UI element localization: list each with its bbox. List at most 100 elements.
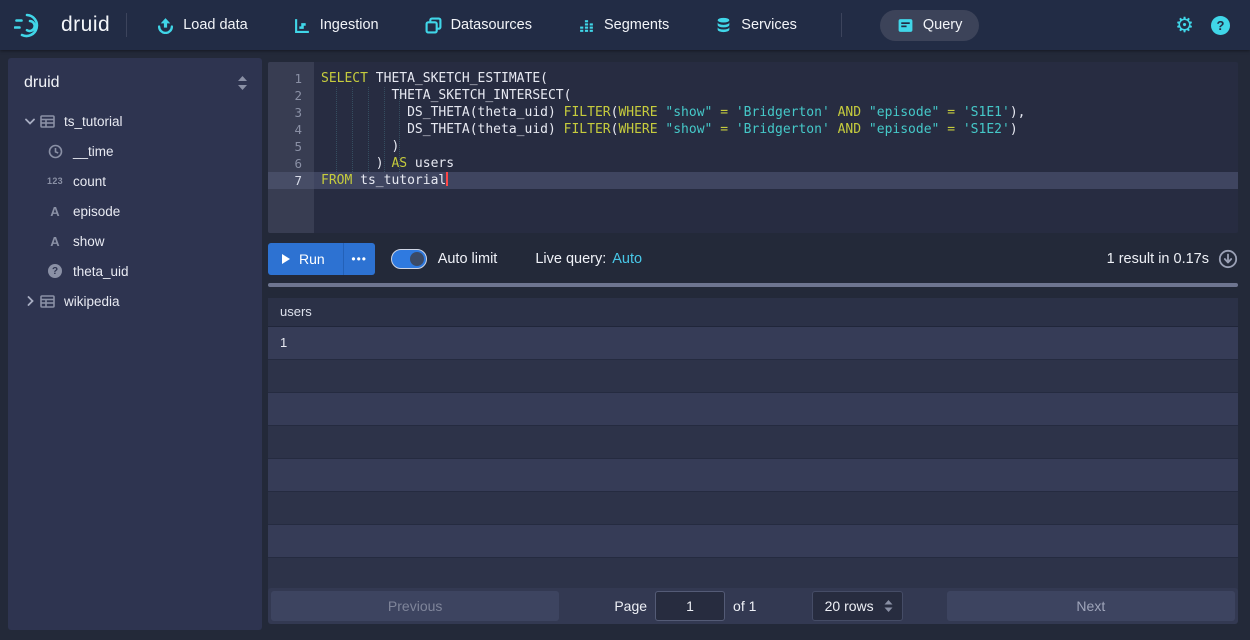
sql-string: "show" bbox=[665, 122, 712, 137]
sidebar-header: druid bbox=[8, 58, 262, 106]
results-body: 1 bbox=[268, 327, 1238, 591]
sql-keyword: FILTER bbox=[564, 105, 611, 120]
chevron-right-icon[interactable] bbox=[22, 296, 38, 306]
tree-table-ts-tutorial[interactable]: ts_tutorial bbox=[8, 106, 262, 136]
sql-text: ) bbox=[321, 139, 399, 154]
tree-column-show[interactable]: A show bbox=[8, 226, 262, 256]
schema-sidebar: druid ts_tutorial __time bbox=[8, 58, 262, 630]
brand-name: druid bbox=[61, 13, 110, 37]
sql-text: users bbox=[407, 156, 454, 171]
string-type-icon: A bbox=[46, 204, 64, 219]
clock-icon bbox=[46, 144, 64, 159]
sql-text: THETA_SKETCH_INTERSECT( bbox=[321, 88, 571, 103]
nav-item-segments[interactable]: Segments bbox=[578, 17, 669, 34]
table-row[interactable] bbox=[268, 360, 1238, 393]
line-number: 1 bbox=[268, 70, 314, 87]
nav-item-services[interactable]: Services bbox=[715, 17, 797, 34]
sql-string: 'Bridgerton' bbox=[736, 122, 830, 137]
druid-logo[interactable]: druid bbox=[14, 11, 110, 39]
help-icon[interactable]: ? bbox=[1211, 16, 1230, 35]
sql-text: THETA_SKETCH_ESTIMATE( bbox=[368, 71, 548, 86]
nav-item-query-active[interactable]: Query bbox=[880, 10, 980, 41]
unknown-type-icon: ? bbox=[46, 264, 64, 278]
string-type-icon: A bbox=[46, 234, 64, 249]
sql-keyword: FILTER bbox=[564, 122, 611, 137]
pagination-next-section: Next bbox=[947, 591, 1235, 621]
table-row[interactable] bbox=[268, 426, 1238, 459]
pagination-prev-section: Previous bbox=[271, 591, 559, 621]
table-row[interactable] bbox=[268, 459, 1238, 492]
tree-column-count[interactable]: 123 count bbox=[8, 166, 262, 196]
line-number: 5 bbox=[268, 138, 314, 155]
sql-keyword: AND bbox=[838, 105, 861, 120]
nav-item-label: Ingestion bbox=[320, 17, 379, 33]
sql-editor[interactable]: 1234567 SELECT THETA_SKETCH_ESTIMATE( TH… bbox=[268, 62, 1238, 233]
column-header-users[interactable]: users bbox=[268, 298, 1238, 327]
line-number: 6 bbox=[268, 155, 314, 172]
upload-icon bbox=[157, 17, 174, 34]
nav-item-label: Segments bbox=[604, 17, 669, 33]
result-status: 1 result in 0.17s bbox=[1107, 249, 1238, 269]
schema-name: druid bbox=[24, 74, 60, 92]
run-bar: Run ••• Auto limit Live query: Auto 1 re… bbox=[268, 242, 1238, 276]
run-button[interactable]: Run bbox=[268, 243, 343, 275]
next-button[interactable]: Next bbox=[947, 591, 1235, 621]
code-line-1[interactable]: SELECT THETA_SKETCH_ESTIMATE( bbox=[314, 70, 1238, 87]
table-row[interactable]: 1 bbox=[268, 327, 1238, 360]
code-line-6[interactable]: ) AS users bbox=[314, 155, 1238, 172]
live-query-value[interactable]: Auto bbox=[612, 251, 642, 267]
sort-icon[interactable] bbox=[237, 76, 248, 90]
code-line-7[interactable]: FROM ts_tutorial bbox=[314, 172, 1238, 189]
sql-text: ) bbox=[1010, 122, 1018, 137]
tree-column-time[interactable]: __time bbox=[8, 136, 262, 166]
sql-keyword: AS bbox=[391, 156, 407, 171]
table-row[interactable] bbox=[268, 393, 1238, 426]
line-number: 4 bbox=[268, 121, 314, 138]
page-number-input[interactable] bbox=[655, 591, 725, 621]
column-name: __time bbox=[73, 144, 114, 159]
sql-string: "episode" bbox=[869, 122, 939, 137]
line-number: 3 bbox=[268, 104, 314, 121]
line-number: 7 bbox=[268, 172, 314, 189]
sql-string: 'S1E2' bbox=[963, 122, 1010, 137]
table-row[interactable] bbox=[268, 525, 1238, 558]
sql-text bbox=[830, 122, 838, 137]
select-caret-icon bbox=[884, 600, 893, 612]
resize-splitter[interactable] bbox=[268, 283, 1238, 287]
tree-column-theta-uid[interactable]: ? theta_uid bbox=[8, 256, 262, 286]
sql-keyword: WHERE bbox=[618, 105, 657, 120]
sql-keyword: = bbox=[720, 122, 728, 137]
download-icon[interactable] bbox=[1218, 249, 1238, 269]
page-size-select[interactable]: 20 rows bbox=[812, 591, 903, 621]
tree-table-wikipedia[interactable]: wikipedia bbox=[8, 286, 262, 316]
code-line-2[interactable]: THETA_SKETCH_INTERSECT( bbox=[314, 87, 1238, 104]
settings-gear-icon[interactable]: ⚙ bbox=[1175, 15, 1194, 36]
previous-button[interactable]: Previous bbox=[271, 591, 559, 621]
auto-limit-toggle[interactable] bbox=[391, 249, 427, 269]
sql-text: DS_THETA(theta_uid) bbox=[321, 105, 564, 120]
table-row[interactable] bbox=[268, 558, 1238, 591]
sql-text bbox=[955, 105, 963, 120]
results-table: users 1 bbox=[268, 298, 1238, 591]
table-name: wikipedia bbox=[64, 294, 120, 309]
code-line-5[interactable]: ) bbox=[314, 138, 1238, 155]
more-options-button[interactable]: ••• bbox=[343, 243, 375, 275]
tree-column-episode[interactable]: A episode bbox=[8, 196, 262, 226]
sql-text bbox=[830, 105, 838, 120]
nav-item-load-data[interactable]: Load data bbox=[157, 17, 248, 34]
nav-item-label: Load data bbox=[183, 17, 248, 33]
code-line-3[interactable]: DS_THETA(theta_uid) FILTER(WHERE "show" … bbox=[314, 104, 1238, 121]
sql-keyword: = bbox=[947, 105, 955, 120]
code-area[interactable]: SELECT THETA_SKETCH_ESTIMATE( THETA_SKET… bbox=[314, 62, 1238, 233]
druid-console: druid Load data Ingestion Datasources bbox=[0, 0, 1250, 640]
table-name: ts_tutorial bbox=[64, 114, 123, 129]
sql-text: ), bbox=[1010, 105, 1026, 120]
sql-text: ts_tutorial bbox=[352, 173, 446, 188]
chevron-down-icon[interactable] bbox=[22, 118, 38, 125]
nav-item-ingestion[interactable]: Ingestion bbox=[294, 17, 379, 34]
nav-item-datasources[interactable]: Datasources bbox=[425, 17, 532, 34]
code-line-4[interactable]: DS_THETA(theta_uid) FILTER(WHERE "show" … bbox=[314, 121, 1238, 138]
nav-item-label: Services bbox=[741, 17, 797, 33]
table-row[interactable] bbox=[268, 492, 1238, 525]
play-icon bbox=[282, 254, 290, 264]
